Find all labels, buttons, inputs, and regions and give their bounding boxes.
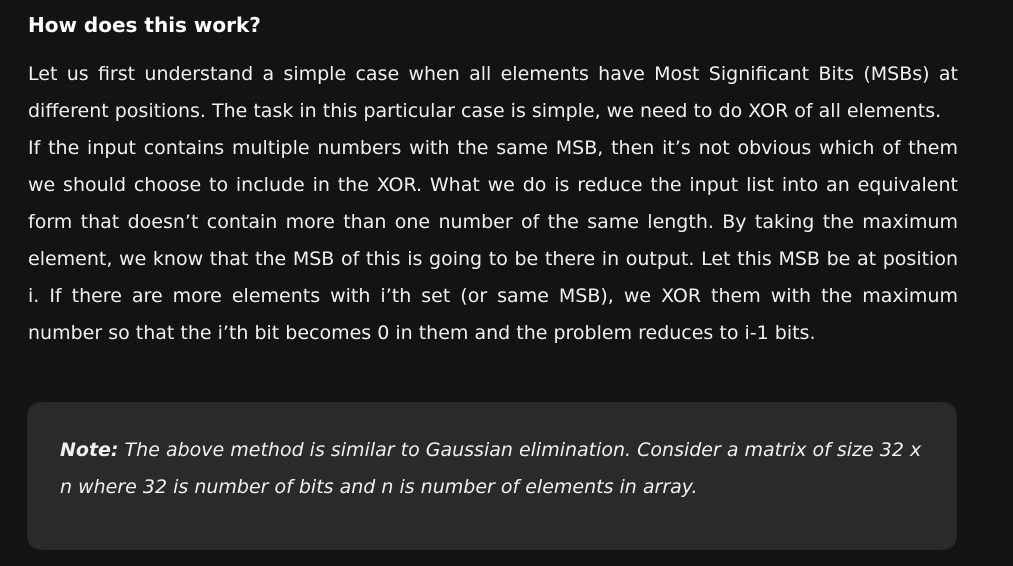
note-text: Note: The above method is similar to Gau… bbox=[60, 432, 930, 506]
note-callout: Note: The above method is similar to Gau… bbox=[27, 402, 957, 550]
note-body: The above method is similar to Gaussian … bbox=[60, 439, 922, 498]
note-label: Note: bbox=[60, 439, 119, 461]
section-heading: How does this work? bbox=[28, 13, 261, 37]
paragraph-simple-case: Let us first understand a simple case wh… bbox=[28, 63, 958, 122]
paragraph-same-msb: If the input contains multiple numbers w… bbox=[28, 137, 958, 344]
article-content: How does this work? Let us first underst… bbox=[28, 0, 958, 352]
